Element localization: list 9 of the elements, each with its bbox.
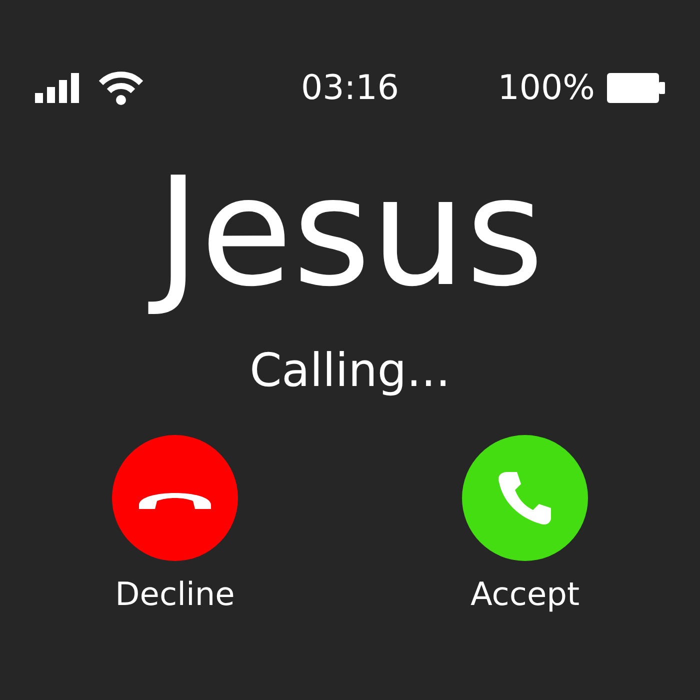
battery-icon bbox=[606, 73, 665, 103]
call-status: Calling... bbox=[250, 343, 450, 397]
caller-name: Jesus bbox=[136, 143, 564, 323]
clock-time: 03:16 bbox=[301, 68, 399, 108]
signal-icon bbox=[35, 73, 81, 103]
action-label: Accept bbox=[470, 575, 580, 613]
action-label: Decline bbox=[115, 575, 235, 613]
wifi-icon bbox=[99, 71, 143, 105]
battery-percent: 100% bbox=[498, 68, 595, 108]
